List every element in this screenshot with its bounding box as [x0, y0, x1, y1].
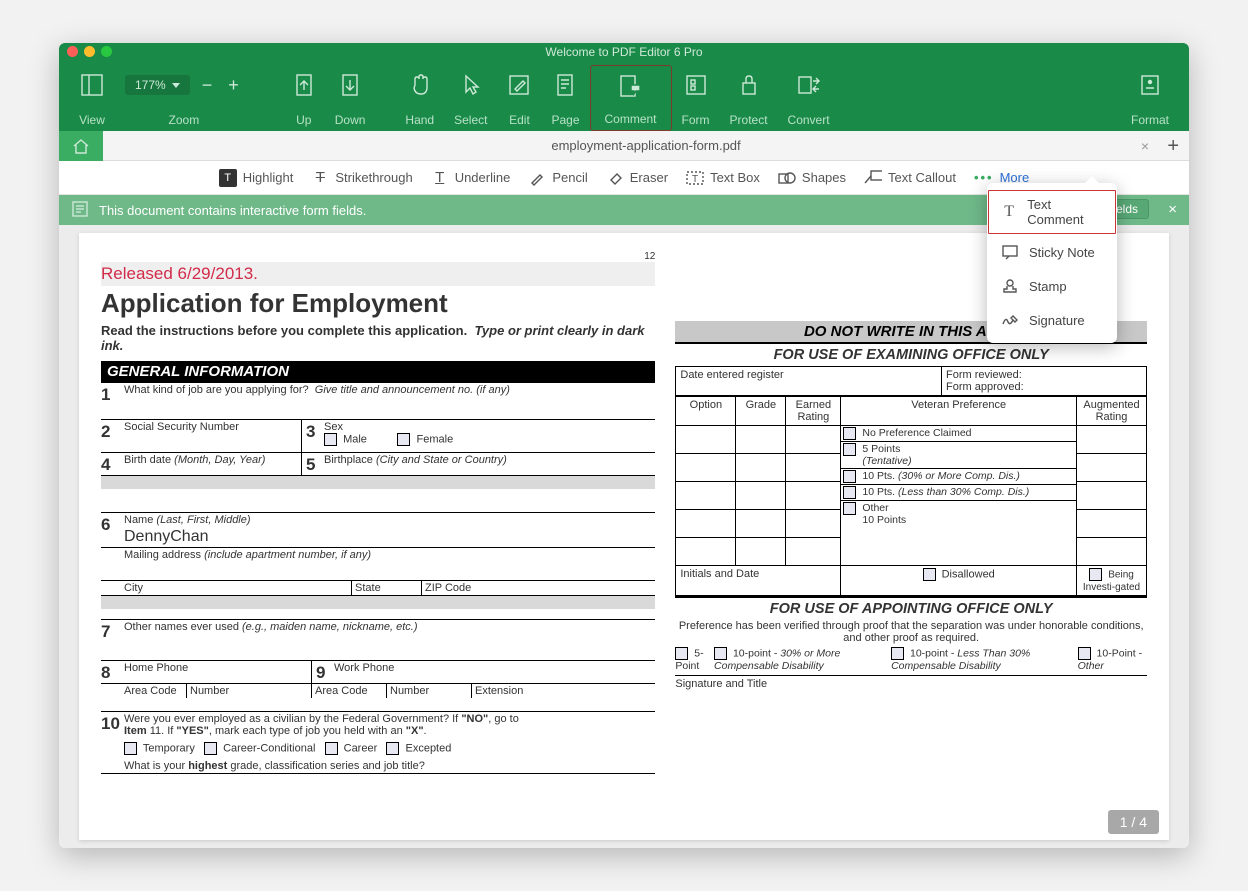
eraser-icon: [606, 169, 624, 187]
convert-button[interactable]: Convert: [778, 65, 840, 131]
female-checkbox[interactable]: [397, 433, 410, 446]
home-icon: [71, 137, 91, 155]
eraser-tool[interactable]: Eraser: [606, 169, 668, 187]
callout-icon: [864, 169, 882, 187]
textbox-icon: T: [686, 169, 704, 187]
shapes-icon: [778, 169, 796, 187]
window-title: Welcome to PDF Editor 6 Pro: [545, 45, 702, 59]
chevron-down-icon: [172, 83, 180, 88]
highlight-tool[interactable]: THighlight: [219, 169, 294, 187]
maximize-window-button[interactable]: [101, 46, 112, 57]
signature-icon: [1001, 311, 1019, 329]
zoom-in-button[interactable]: +: [224, 75, 243, 96]
textbox-tool[interactable]: TText Box: [686, 169, 760, 187]
name-field-value[interactable]: DennyChan: [124, 526, 652, 546]
underline-icon: T: [431, 169, 449, 187]
format-button[interactable]: Format: [1121, 65, 1179, 131]
zoom-control[interactable]: 177% − + Zoom: [115, 65, 253, 131]
examining-office-table: Date entered registerForm reviewed:Form …: [675, 366, 1147, 396]
sticky-note-icon: [1001, 243, 1019, 261]
edit-icon: [507, 72, 531, 98]
up-button[interactable]: Up: [283, 65, 325, 131]
svg-text:T: T: [692, 174, 698, 185]
edit-button[interactable]: Edit: [497, 65, 541, 131]
convert-icon: [796, 72, 822, 98]
zoom-out-button[interactable]: −: [198, 75, 217, 96]
male-checkbox[interactable]: [324, 433, 337, 446]
main-toolbar: View 177% − + Zoom Up Down Hand Select: [59, 61, 1189, 131]
home-button[interactable]: [59, 131, 103, 161]
down-button[interactable]: Down: [325, 65, 376, 131]
career-conditional-checkbox[interactable]: [204, 742, 217, 755]
app-window: Welcome to PDF Editor 6 Pro View 177% − …: [59, 43, 1189, 848]
banner-message: This document contains interactive form …: [99, 203, 366, 218]
close-banner-button[interactable]: ×: [1168, 201, 1177, 218]
view-button[interactable]: View: [69, 65, 115, 131]
hand-icon: [408, 72, 432, 98]
stamp-option[interactable]: Stamp: [987, 269, 1117, 303]
document-tab-bar: employment-application-form.pdf × +: [59, 131, 1189, 161]
close-tab-button[interactable]: ×: [1141, 138, 1149, 154]
cursor-icon: [460, 72, 482, 98]
pencil-icon: [528, 169, 546, 187]
sticky-note-option[interactable]: Sticky Note: [987, 235, 1117, 269]
page-button[interactable]: Page: [541, 65, 589, 131]
strikethrough-icon: T: [311, 169, 329, 187]
select-tool-button[interactable]: Select: [444, 65, 497, 131]
text-comment-option[interactable]: T Text Comment: [987, 189, 1117, 235]
career-checkbox[interactable]: [325, 742, 338, 755]
more-tools-popover: T Text Comment Sticky Note Stamp Signatu…: [987, 183, 1117, 343]
comment-icon: [618, 73, 644, 99]
format-icon: [1138, 72, 1162, 98]
highlight-icon: T: [219, 169, 237, 187]
page-icon: [554, 72, 576, 98]
view-icon: [79, 72, 105, 98]
examining-office-header: FOR USE OF EXAMINING OFFICE ONLY: [675, 342, 1147, 366]
comment-button[interactable]: Comment: [590, 65, 672, 131]
form-number: 12: [101, 251, 655, 262]
text-comment-icon: T: [1001, 203, 1017, 221]
shapes-tool[interactable]: Shapes: [778, 169, 846, 187]
appointing-office-header: FOR USE OF APPOINTING OFFICE ONLY: [675, 596, 1147, 620]
signature-option[interactable]: Signature: [987, 303, 1117, 337]
window-titlebar: Welcome to PDF Editor 6 Pro: [59, 43, 1189, 61]
page-up-icon: [293, 72, 315, 98]
temporary-checkbox[interactable]: [124, 742, 137, 755]
page-indicator[interactable]: 1 / 4: [1108, 810, 1159, 834]
close-window-button[interactable]: [67, 46, 78, 57]
new-tab-button[interactable]: +: [1167, 135, 1179, 158]
form-banner-icon: [71, 200, 89, 221]
strikethrough-tool[interactable]: TStrikethrough: [311, 169, 412, 187]
minimize-window-button[interactable]: [84, 46, 95, 57]
excepted-checkbox[interactable]: [386, 742, 399, 755]
pencil-tool[interactable]: Pencil: [528, 169, 587, 187]
stamp-icon: [1001, 277, 1019, 295]
document-tab[interactable]: employment-application-form.pdf: [103, 138, 1189, 153]
document-title: Application for Employment: [101, 288, 655, 319]
page-down-icon: [339, 72, 361, 98]
form-icon: [684, 72, 708, 98]
zoom-value-dropdown[interactable]: 177%: [125, 75, 190, 95]
form-button[interactable]: Form: [672, 65, 720, 131]
hand-tool-button[interactable]: Hand: [395, 65, 444, 131]
callout-tool[interactable]: Text Callout: [864, 169, 956, 187]
lock-icon: [738, 72, 760, 98]
general-info-header: GENERAL INFORMATION: [101, 361, 655, 382]
protect-button[interactable]: Protect: [720, 65, 778, 131]
instructions: Read the instructions before you complet…: [101, 323, 655, 353]
traffic-lights: [67, 46, 112, 57]
released-stamp: Released 6/29/2013.: [101, 262, 655, 286]
underline-tool[interactable]: TUnderline: [431, 169, 511, 187]
